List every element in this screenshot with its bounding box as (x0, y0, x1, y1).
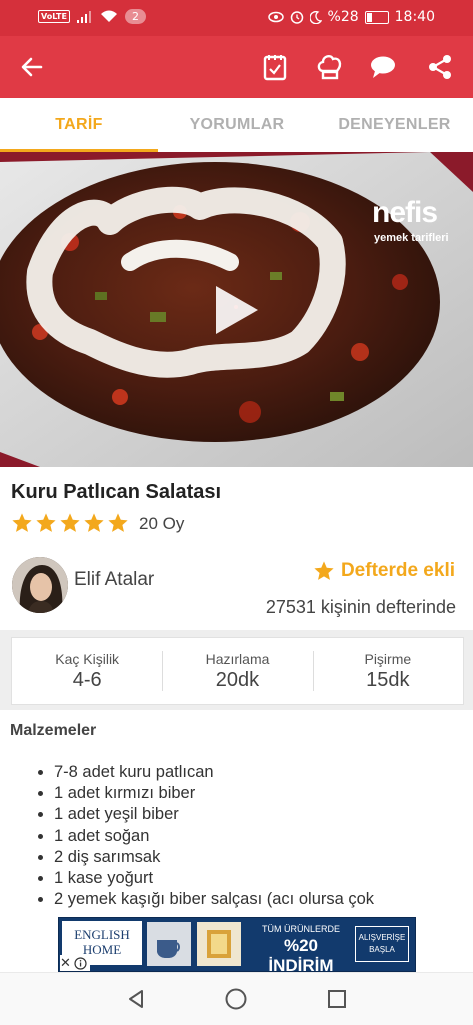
vote-count[interactable]: 20 Oy (139, 514, 184, 534)
status-left: VoLTE 2 (38, 9, 146, 24)
defter-button[interactable]: Defterde ekli (313, 560, 455, 582)
ad-cta-button[interactable]: ALIŞVERİŞE BAŞLA (355, 926, 409, 962)
defter-count: 27531 kişinin defterinde (265, 597, 456, 617)
ad-text-main: %20 İNDİRİM (268, 936, 334, 972)
star-icon (12, 513, 32, 532)
ingredient-item: 1 adet soğan (54, 826, 434, 847)
ingredient-item: 7-8 adet kuru patlıcan (54, 762, 434, 783)
star-icon (60, 513, 80, 532)
comment-icon[interactable] (366, 50, 400, 84)
nefis-watermark-sub: yemek tarifleri (374, 232, 449, 244)
prep-time-label: Hazırlama (205, 651, 270, 667)
clock: 18:40 (394, 9, 435, 25)
battery-icon (364, 10, 389, 24)
avatar[interactable] (12, 557, 68, 613)
ingredient-item: 2 diş sarımsak (54, 847, 434, 868)
star-icon (36, 513, 56, 532)
recipe-info-section: Kaç Kişilik 4-6 Hazırlama 20dk Pişirme 1… (0, 630, 473, 710)
tab-comments[interactable]: YORUMLAR (158, 98, 316, 152)
nefis-watermark: nefis (372, 196, 438, 229)
ingredient-item: 2 yemek kaşığı biber salçası (acı olursa… (54, 889, 434, 910)
ad-controls[interactable]: ✕ (60, 955, 90, 971)
ingredients-title: Malzemeler (10, 722, 97, 739)
play-icon[interactable] (210, 282, 262, 342)
prep-time-value: 20dk (215, 669, 260, 691)
nav-home-icon[interactable] (224, 987, 248, 1011)
notification-badge: 2 (124, 9, 146, 24)
ingredient-item: 1 kase yoğurt (54, 868, 434, 889)
volte-indicator: VoLTE (38, 10, 70, 23)
ad-banner[interactable]: ENGLISH HOME TÜM ÜRÜNLERDE %20 İNDİRİM A… (58, 917, 416, 972)
alarm-icon (290, 11, 303, 24)
signal-icon (76, 10, 91, 23)
tab-bar: TARİF YORUMLAR DENEYENLER (0, 98, 473, 152)
star-icon (84, 513, 104, 532)
battery-percent: %28 (327, 9, 359, 25)
nav-back-icon[interactable] (124, 987, 148, 1011)
nav-recents-icon[interactable] (325, 987, 349, 1011)
info-icon[interactable] (74, 956, 87, 970)
notepad-icon[interactable] (258, 50, 292, 84)
recipe-info-card: Kaç Kişilik 4-6 Hazırlama 20dk Pişirme 1… (11, 637, 464, 705)
ingredient-item: 1 adet kırmızı biber (54, 783, 434, 804)
author-name[interactable]: Elif Atalar (74, 569, 154, 591)
back-arrow-icon[interactable] (15, 50, 49, 84)
ingredients-list: 7-8 adet kuru patlıcan 1 adet kırmızı bi… (36, 762, 434, 910)
chef-hat-icon[interactable] (313, 50, 347, 84)
tab-tried[interactable]: DENEYENLER (316, 98, 473, 152)
status-bar: VoLTE 2 %28 18:40 (0, 0, 473, 36)
tab-recipe[interactable]: TARİF (0, 98, 158, 152)
app-toolbar (0, 36, 473, 98)
star-icon (314, 561, 334, 580)
system-nav-bar (0, 972, 473, 1025)
ad-text-top: TÜM ÜRÜNLERDE (261, 924, 340, 934)
prep-time: Hazırlama 20dk (162, 638, 312, 704)
share-icon[interactable] (423, 50, 457, 84)
ad-brand-line1: ENGLISH (74, 927, 130, 942)
status-right: %28 18:40 (267, 9, 435, 25)
star-icon (108, 513, 128, 532)
ingredient-item: 1 adet yeşil biber (54, 804, 434, 825)
recipe-title: Kuru Patlıcan Salatası (11, 481, 222, 503)
close-icon[interactable]: ✕ (60, 956, 71, 971)
cook-time: Pişirme 15dk (312, 638, 463, 704)
ad-product-image (197, 922, 241, 966)
servings: Kaç Kişilik 4-6 (12, 638, 162, 704)
ad-product-image (147, 922, 191, 966)
defter-label: Defterde ekli (340, 560, 455, 581)
moon-icon (309, 10, 322, 24)
cook-time-label: Pişirme (364, 651, 412, 667)
cook-time-value: 15dk (366, 669, 410, 691)
wifi-icon (100, 10, 117, 22)
ad-text: TÜM ÜRÜNLERDE %20 İNDİRİM (251, 924, 351, 972)
eye-icon (267, 11, 284, 23)
servings-value: 4-6 (72, 669, 102, 691)
rating-stars (11, 512, 129, 534)
servings-label: Kaç Kişilik (55, 651, 120, 667)
